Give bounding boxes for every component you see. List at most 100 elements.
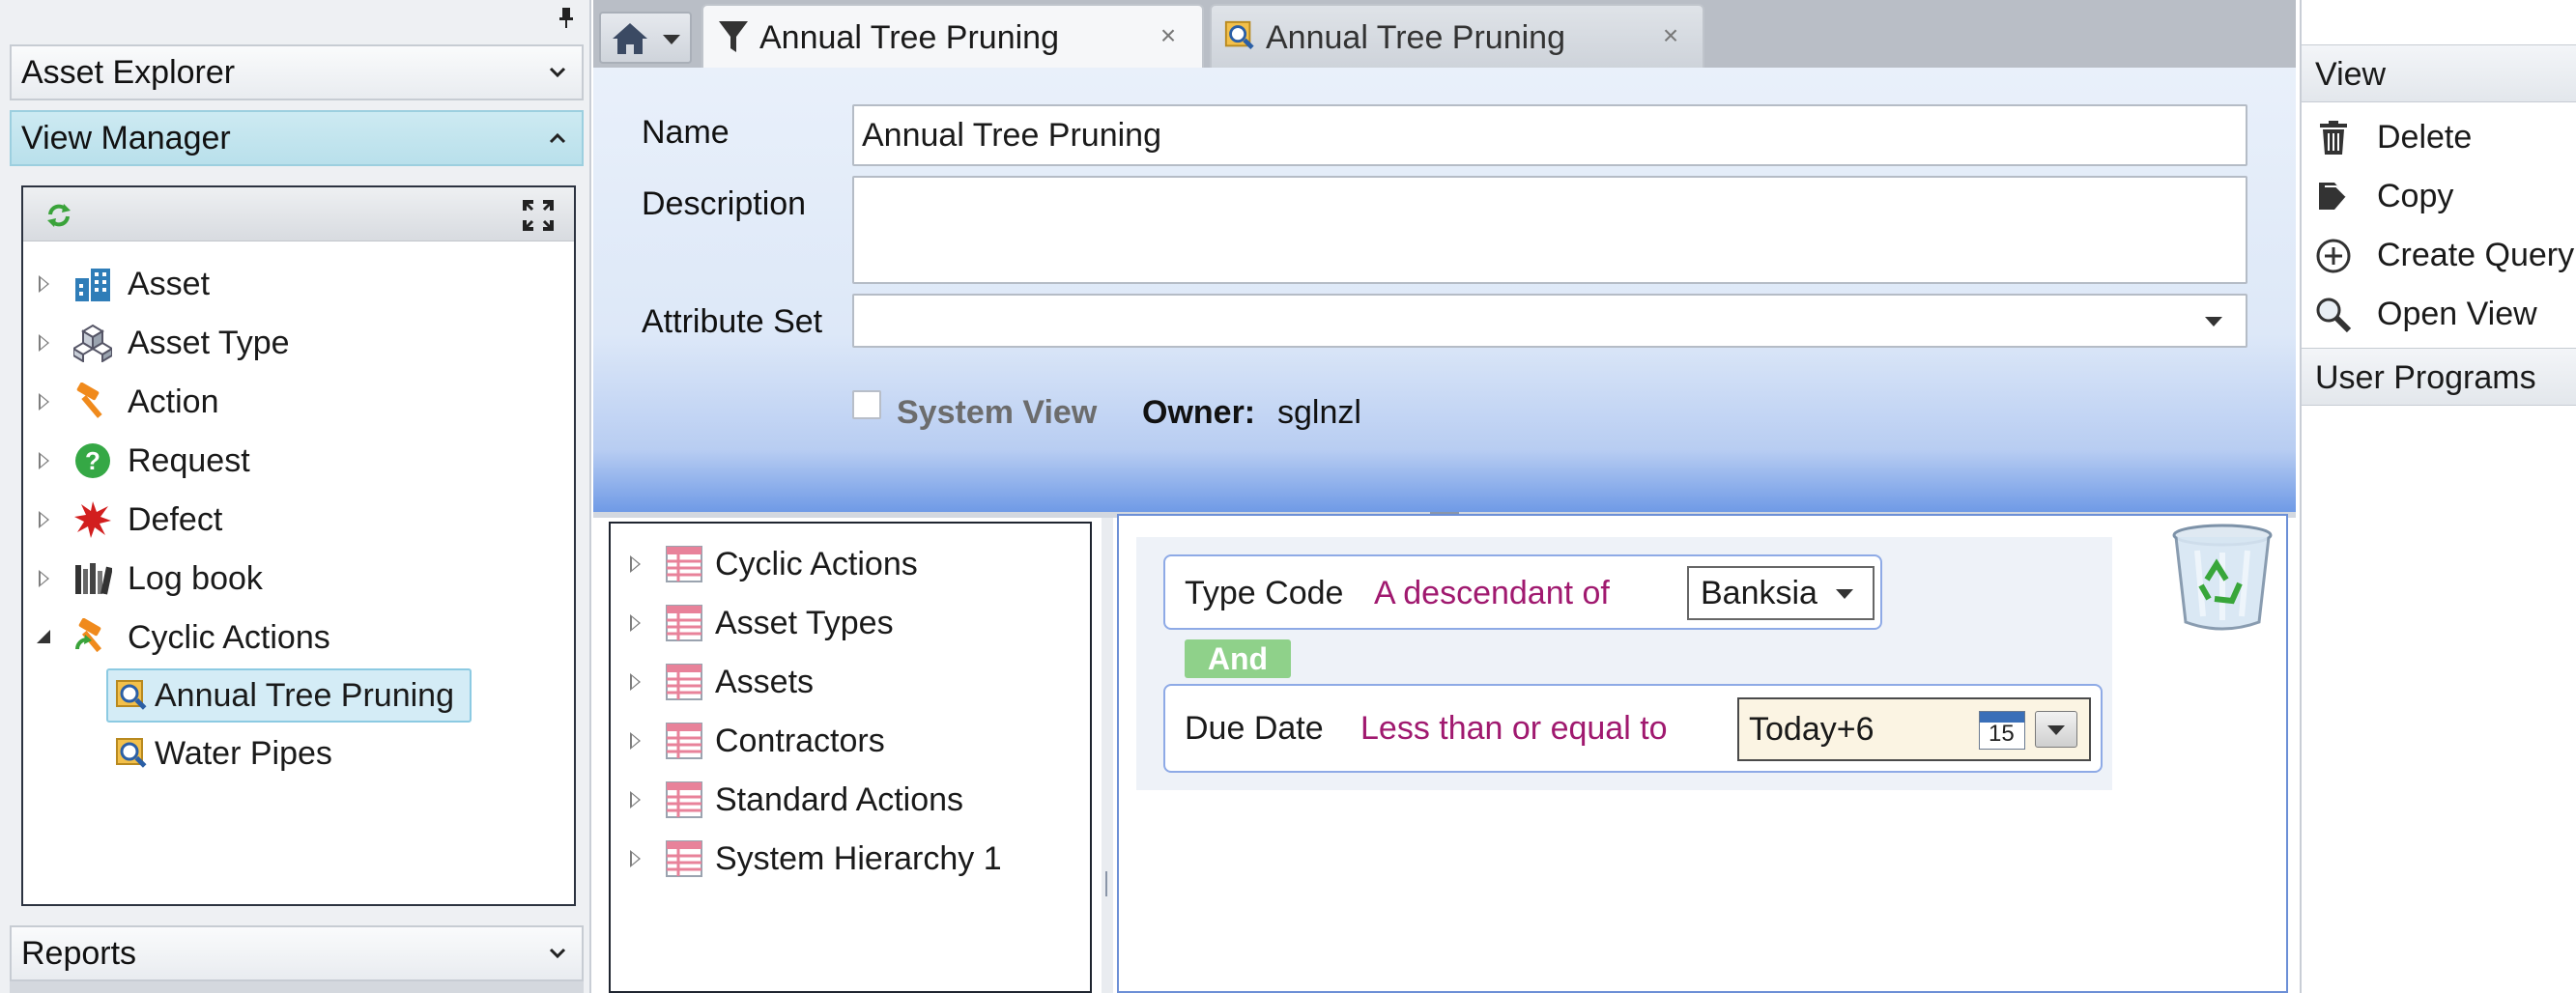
- table-icon: [666, 723, 702, 759]
- tree-child-label: Annual Tree Pruning: [155, 677, 454, 714]
- name-input[interactable]: Annual Tree Pruning: [852, 104, 2247, 166]
- refresh-icon[interactable]: [44, 201, 73, 230]
- source-item-standard-actions[interactable]: Standard Actions: [611, 771, 1090, 829]
- create-query-action[interactable]: Create Query: [2302, 226, 2576, 284]
- tree-item-request[interactable]: ? Request: [23, 432, 574, 490]
- asset-explorer-label: Asset Explorer: [21, 54, 236, 91]
- question-icon: ?: [75, 443, 110, 478]
- dropdown-caret-icon: [1836, 589, 1853, 599]
- magnifier-icon: [2316, 298, 2352, 333]
- table-icon: [666, 840, 702, 877]
- tree-item-label: Defect: [128, 501, 223, 538]
- tree-item-defect[interactable]: Defect: [23, 491, 574, 549]
- view-icon: [1224, 20, 1254, 49]
- source-item-cyclic-actions[interactable]: Cyclic Actions: [611, 535, 1090, 593]
- close-icon[interactable]: ×: [1158, 22, 1179, 49]
- system-view-checkbox[interactable]: [852, 390, 881, 419]
- criterion-operator[interactable]: Less than or equal to: [1360, 686, 1668, 771]
- pin-icon[interactable]: [556, 6, 577, 29]
- query-criteria-group: Type Code A descendant of Banksia And Du…: [1136, 537, 2112, 790]
- tree-item-label: Asset: [128, 266, 211, 302]
- tree-toolbar: [23, 187, 574, 241]
- expand-arrow-icon[interactable]: [630, 791, 641, 809]
- tree-item-label: Asset Type: [128, 325, 290, 361]
- tree-item-asset-type[interactable]: Asset Type: [23, 314, 574, 372]
- copy-action[interactable]: Copy: [2302, 167, 2576, 225]
- expand-arrow-icon[interactable]: [39, 275, 49, 293]
- owner-value: sglnzl: [1277, 394, 1361, 431]
- view-section-header[interactable]: View: [2302, 44, 2576, 102]
- svg-text:?: ?: [85, 446, 100, 475]
- tab-strip: Annual Tree Pruning × Annual Tree Prunin…: [593, 0, 2296, 68]
- delete-action[interactable]: Delete: [2302, 108, 2576, 166]
- criterion-type-code[interactable]: Type Code A descendant of Banksia: [1163, 554, 1882, 630]
- splitter-grip: [1105, 871, 1107, 896]
- books-icon: [75, 563, 112, 595]
- splat-icon: [74, 501, 111, 538]
- building-icon: [75, 269, 110, 301]
- source-item-label: Asset Types: [715, 605, 894, 641]
- source-item-contractors[interactable]: Contractors: [611, 712, 1090, 770]
- source-item-assets[interactable]: Assets: [611, 653, 1090, 711]
- expand-arrow-icon[interactable]: [630, 555, 641, 573]
- tree-item-cyclic-actions[interactable]: Cyclic Actions: [23, 609, 574, 667]
- calendar-icon[interactable]: 15: [1979, 711, 2025, 750]
- reports-header[interactable]: Reports: [10, 925, 584, 981]
- criterion-operator[interactable]: A descendant of: [1374, 558, 1610, 628]
- tab-annual-tree-pruning-filter[interactable]: Annual Tree Pruning ×: [701, 4, 1204, 68]
- tab-label: Annual Tree Pruning: [1266, 19, 1565, 56]
- criterion-due-date[interactable]: Due Date Less than or equal to Today+6 1…: [1163, 684, 2103, 773]
- vertical-splitter[interactable]: [1102, 518, 1113, 993]
- view-manager-header[interactable]: View Manager: [10, 110, 584, 166]
- attribute-set-select[interactable]: [852, 294, 2247, 348]
- tree-child-annual-tree-pruning[interactable]: Annual Tree Pruning: [106, 668, 472, 723]
- table-icon: [666, 546, 702, 582]
- hammer-icon: [76, 383, 102, 418]
- user-programs-header[interactable]: User Programs: [2302, 348, 2576, 406]
- expand-icon[interactable]: [522, 199, 555, 232]
- create-query-label: Create Query: [2377, 237, 2575, 273]
- chevron-up-icon: [549, 132, 566, 144]
- date-dropdown-button[interactable]: [2035, 711, 2077, 748]
- asset-explorer-header[interactable]: Asset Explorer: [10, 44, 584, 100]
- reports-label: Reports: [21, 935, 137, 972]
- expand-arrow-icon[interactable]: [39, 334, 49, 352]
- criterion-value-select[interactable]: Banksia: [1687, 566, 1875, 620]
- due-date-input[interactable]: Today+6 15: [1737, 697, 2091, 761]
- expand-arrow-icon[interactable]: [630, 673, 641, 691]
- description-label: Description: [642, 185, 807, 222]
- tree-child-water-pipes[interactable]: Water Pipes: [106, 726, 472, 780]
- expand-arrow-icon[interactable]: [39, 393, 49, 411]
- filter-icon: [719, 21, 748, 52]
- description-input[interactable]: [852, 176, 2247, 284]
- expand-arrow-icon[interactable]: [39, 570, 49, 587]
- expand-arrow-icon[interactable]: [630, 732, 641, 750]
- open-view-action[interactable]: Open View: [2302, 285, 2576, 343]
- home-menu-button[interactable]: [599, 12, 692, 64]
- table-icon: [666, 605, 702, 641]
- source-item-asset-types[interactable]: Asset Types: [611, 594, 1090, 652]
- tab-annual-tree-pruning-view[interactable]: Annual Tree Pruning ×: [1210, 4, 1704, 68]
- expand-arrow-icon[interactable]: [39, 511, 49, 528]
- view-icon: [116, 738, 147, 768]
- expand-arrow-icon[interactable]: [630, 850, 641, 867]
- tree-item-log-book[interactable]: Log book: [23, 550, 574, 608]
- attribute-set-label: Attribute Set: [642, 303, 823, 340]
- collapse-arrow-icon[interactable]: [37, 630, 50, 643]
- data-sources-tree: Cyclic Actions Asset Types Assets Contra…: [609, 522, 1092, 993]
- source-item-system-hierarchy-1[interactable]: System Hierarchy 1: [611, 830, 1090, 888]
- tree-child-label: Water Pipes: [155, 735, 332, 772]
- cyclic-hammer-icon: [75, 618, 102, 653]
- view-tree: Asset Asset Type Action ? Request Defect…: [21, 185, 576, 906]
- view-icon: [116, 680, 147, 710]
- close-icon[interactable]: ×: [1660, 22, 1681, 49]
- copy-icon: [2319, 183, 2347, 210]
- table-icon: [666, 781, 702, 818]
- expand-arrow-icon[interactable]: [630, 614, 641, 632]
- recycle-bin-icon[interactable]: [2168, 522, 2276, 636]
- and-conjunction[interactable]: And: [1185, 639, 1291, 678]
- criterion-field: Due Date: [1185, 710, 1324, 747]
- tree-item-asset[interactable]: Asset: [23, 255, 574, 313]
- tree-item-action[interactable]: Action: [23, 373, 574, 431]
- expand-arrow-icon[interactable]: [39, 452, 49, 469]
